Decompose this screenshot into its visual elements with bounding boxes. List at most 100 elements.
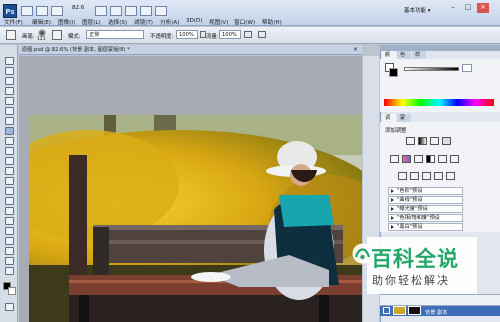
zoom-level[interactable]: 82.6 xyxy=(72,5,84,11)
lasso-tool-icon[interactable] xyxy=(5,77,14,85)
opacity-field[interactable]: 100% xyxy=(176,30,198,39)
hand-tool-icon[interactable] xyxy=(95,6,107,16)
history-brush-tool-icon[interactable] xyxy=(5,147,14,155)
threshold-icon[interactable] xyxy=(422,172,431,180)
layer-mask-thumbnail[interactable] xyxy=(408,306,421,315)
posterize-icon[interactable] xyxy=(410,172,419,180)
photo-filter-icon[interactable] xyxy=(438,155,447,163)
bridge-icon[interactable] xyxy=(21,6,33,16)
hand-tool-icon[interactable] xyxy=(5,257,14,265)
workspace-switcher[interactable]: 基本功能 ▾ xyxy=(404,6,431,14)
document-close-icon[interactable]: × xyxy=(353,46,358,53)
brush-preview-icon[interactable] xyxy=(38,29,46,37)
crop-tool-icon[interactable] xyxy=(5,97,14,105)
tab-adjustments[interactable]: 调整 xyxy=(382,114,396,129)
eyedropper-tool-icon[interactable] xyxy=(5,107,14,115)
layer-row[interactable] xyxy=(380,294,500,305)
preset-label: "色阶"预设 xyxy=(397,188,423,194)
preset-exposure[interactable]: "曝光度"预设 xyxy=(388,205,463,213)
minimize-button[interactable]: – xyxy=(447,3,459,13)
eraser-tool-icon[interactable] xyxy=(5,157,14,165)
quick-mask-icon[interactable] xyxy=(5,303,14,311)
expand-icon xyxy=(391,189,394,193)
exposure-icon[interactable] xyxy=(442,137,451,145)
preset-hue-saturation[interactable]: "色相/饱和度"预设 xyxy=(388,214,463,222)
move-tool-icon[interactable] xyxy=(5,57,14,65)
menu-filter[interactable]: 滤镜(T) xyxy=(134,18,153,26)
shape-tool-icon[interactable] xyxy=(5,227,14,235)
rotate-view-icon[interactable] xyxy=(125,6,137,16)
levels-icon[interactable] xyxy=(418,137,427,145)
preset-curves[interactable]: "曲线"预设 xyxy=(388,196,463,204)
menu-view[interactable]: 视图(V) xyxy=(209,18,228,26)
expand-icon xyxy=(391,198,394,202)
tab-masks[interactable]: 蒙版 xyxy=(397,114,411,129)
path-selection-tool-icon[interactable] xyxy=(5,217,14,225)
brush-tool-preset-icon[interactable] xyxy=(6,30,16,40)
channel-mixer-icon[interactable] xyxy=(450,155,459,163)
tablet-size-icon[interactable] xyxy=(258,31,266,38)
toggle-brush-panel-icon[interactable] xyxy=(52,30,62,40)
maximize-button[interactable]: □ xyxy=(462,3,474,13)
zoom-tool-icon[interactable] xyxy=(5,267,14,275)
pen-tool-icon[interactable] xyxy=(5,197,14,205)
menu-bar: Ps 82.6 基本功能 ▾ – □ × 文件(F) 编辑(E) 图像(I) 图… xyxy=(0,0,500,26)
dodge-tool-icon[interactable] xyxy=(5,187,14,195)
tab-color[interactable]: 颜色 xyxy=(382,51,396,66)
preset-black-white[interactable]: "黑白"预设 xyxy=(388,223,463,231)
color-value-field[interactable] xyxy=(462,64,472,72)
photoshop-logo: Ps xyxy=(3,4,17,18)
flow-field[interactable]: 100% xyxy=(219,30,241,39)
curves-icon[interactable] xyxy=(430,137,439,145)
view-extras-icon[interactable] xyxy=(51,6,63,16)
menu-analysis[interactable]: 分析(A) xyxy=(160,18,179,26)
photo-illustration xyxy=(29,115,362,322)
blur-tool-icon[interactable] xyxy=(5,177,14,185)
photo-image[interactable] xyxy=(29,115,362,322)
brush-size: 121 xyxy=(37,37,46,42)
mini-bridge-icon[interactable] xyxy=(36,6,48,16)
color-slider[interactable] xyxy=(404,67,459,71)
menu-select[interactable]: 选择(S) xyxy=(108,18,127,26)
preset-label: "曲线"预设 xyxy=(397,197,423,203)
menu-help[interactable]: 帮助(H) xyxy=(262,18,282,26)
menu-file[interactable]: 文件(F) xyxy=(4,18,23,26)
background-color-swatch[interactable] xyxy=(8,287,16,295)
quick-select-tool-icon[interactable] xyxy=(5,87,14,95)
selective-color-icon[interactable] xyxy=(446,172,455,180)
brush-tool-icon[interactable] xyxy=(5,127,14,135)
menu-image[interactable]: 图像(I) xyxy=(58,18,75,26)
brightness-contrast-icon[interactable] xyxy=(406,137,415,145)
color-spectrum-bar[interactable] xyxy=(384,99,494,106)
3d-orbit-tool-icon[interactable] xyxy=(5,247,14,255)
gradient-map-icon[interactable] xyxy=(434,172,443,180)
vibrance-icon[interactable] xyxy=(390,155,399,163)
marquee-tool-icon[interactable] xyxy=(5,67,14,75)
zoom-tool-icon[interactable] xyxy=(110,6,122,16)
airbrush-icon[interactable] xyxy=(244,31,252,38)
menu-window[interactable]: 窗口(W) xyxy=(234,18,255,26)
tab-styles[interactable]: 样式 xyxy=(412,51,426,66)
menu-edit[interactable]: 编辑(E) xyxy=(32,18,51,26)
screen-mode-icon[interactable] xyxy=(155,6,167,16)
menu-3d[interactable]: 3D(D) xyxy=(186,18,203,24)
tab-swatches[interactable]: 色板 xyxy=(397,51,411,66)
3d-rotate-tool-icon[interactable] xyxy=(5,237,14,245)
arrange-documents-icon[interactable] xyxy=(140,6,152,16)
color-balance-icon[interactable] xyxy=(414,155,423,163)
preset-levels[interactable]: "色阶"预设 xyxy=(388,187,463,195)
menu-layer[interactable]: 图层(L) xyxy=(82,18,101,26)
document-tab[interactable]: 原图.psd @ 82.6% (背景 副本, 图层蒙版/8) * xyxy=(19,45,362,55)
clone-stamp-tool-icon[interactable] xyxy=(5,137,14,145)
gradient-tool-icon[interactable] xyxy=(5,167,14,175)
close-button[interactable]: × xyxy=(477,3,489,13)
layer-visibility-icon[interactable] xyxy=(383,307,390,314)
color-foreground-swatch[interactable] xyxy=(389,68,398,77)
type-tool-icon[interactable] xyxy=(5,207,14,215)
mode-select[interactable]: 正常 xyxy=(86,30,144,39)
invert-icon[interactable] xyxy=(398,172,407,180)
healing-brush-tool-icon[interactable] xyxy=(5,117,14,125)
hue-saturation-icon[interactable] xyxy=(402,155,411,163)
black-white-icon[interactable] xyxy=(426,155,435,163)
expand-icon xyxy=(391,225,394,229)
